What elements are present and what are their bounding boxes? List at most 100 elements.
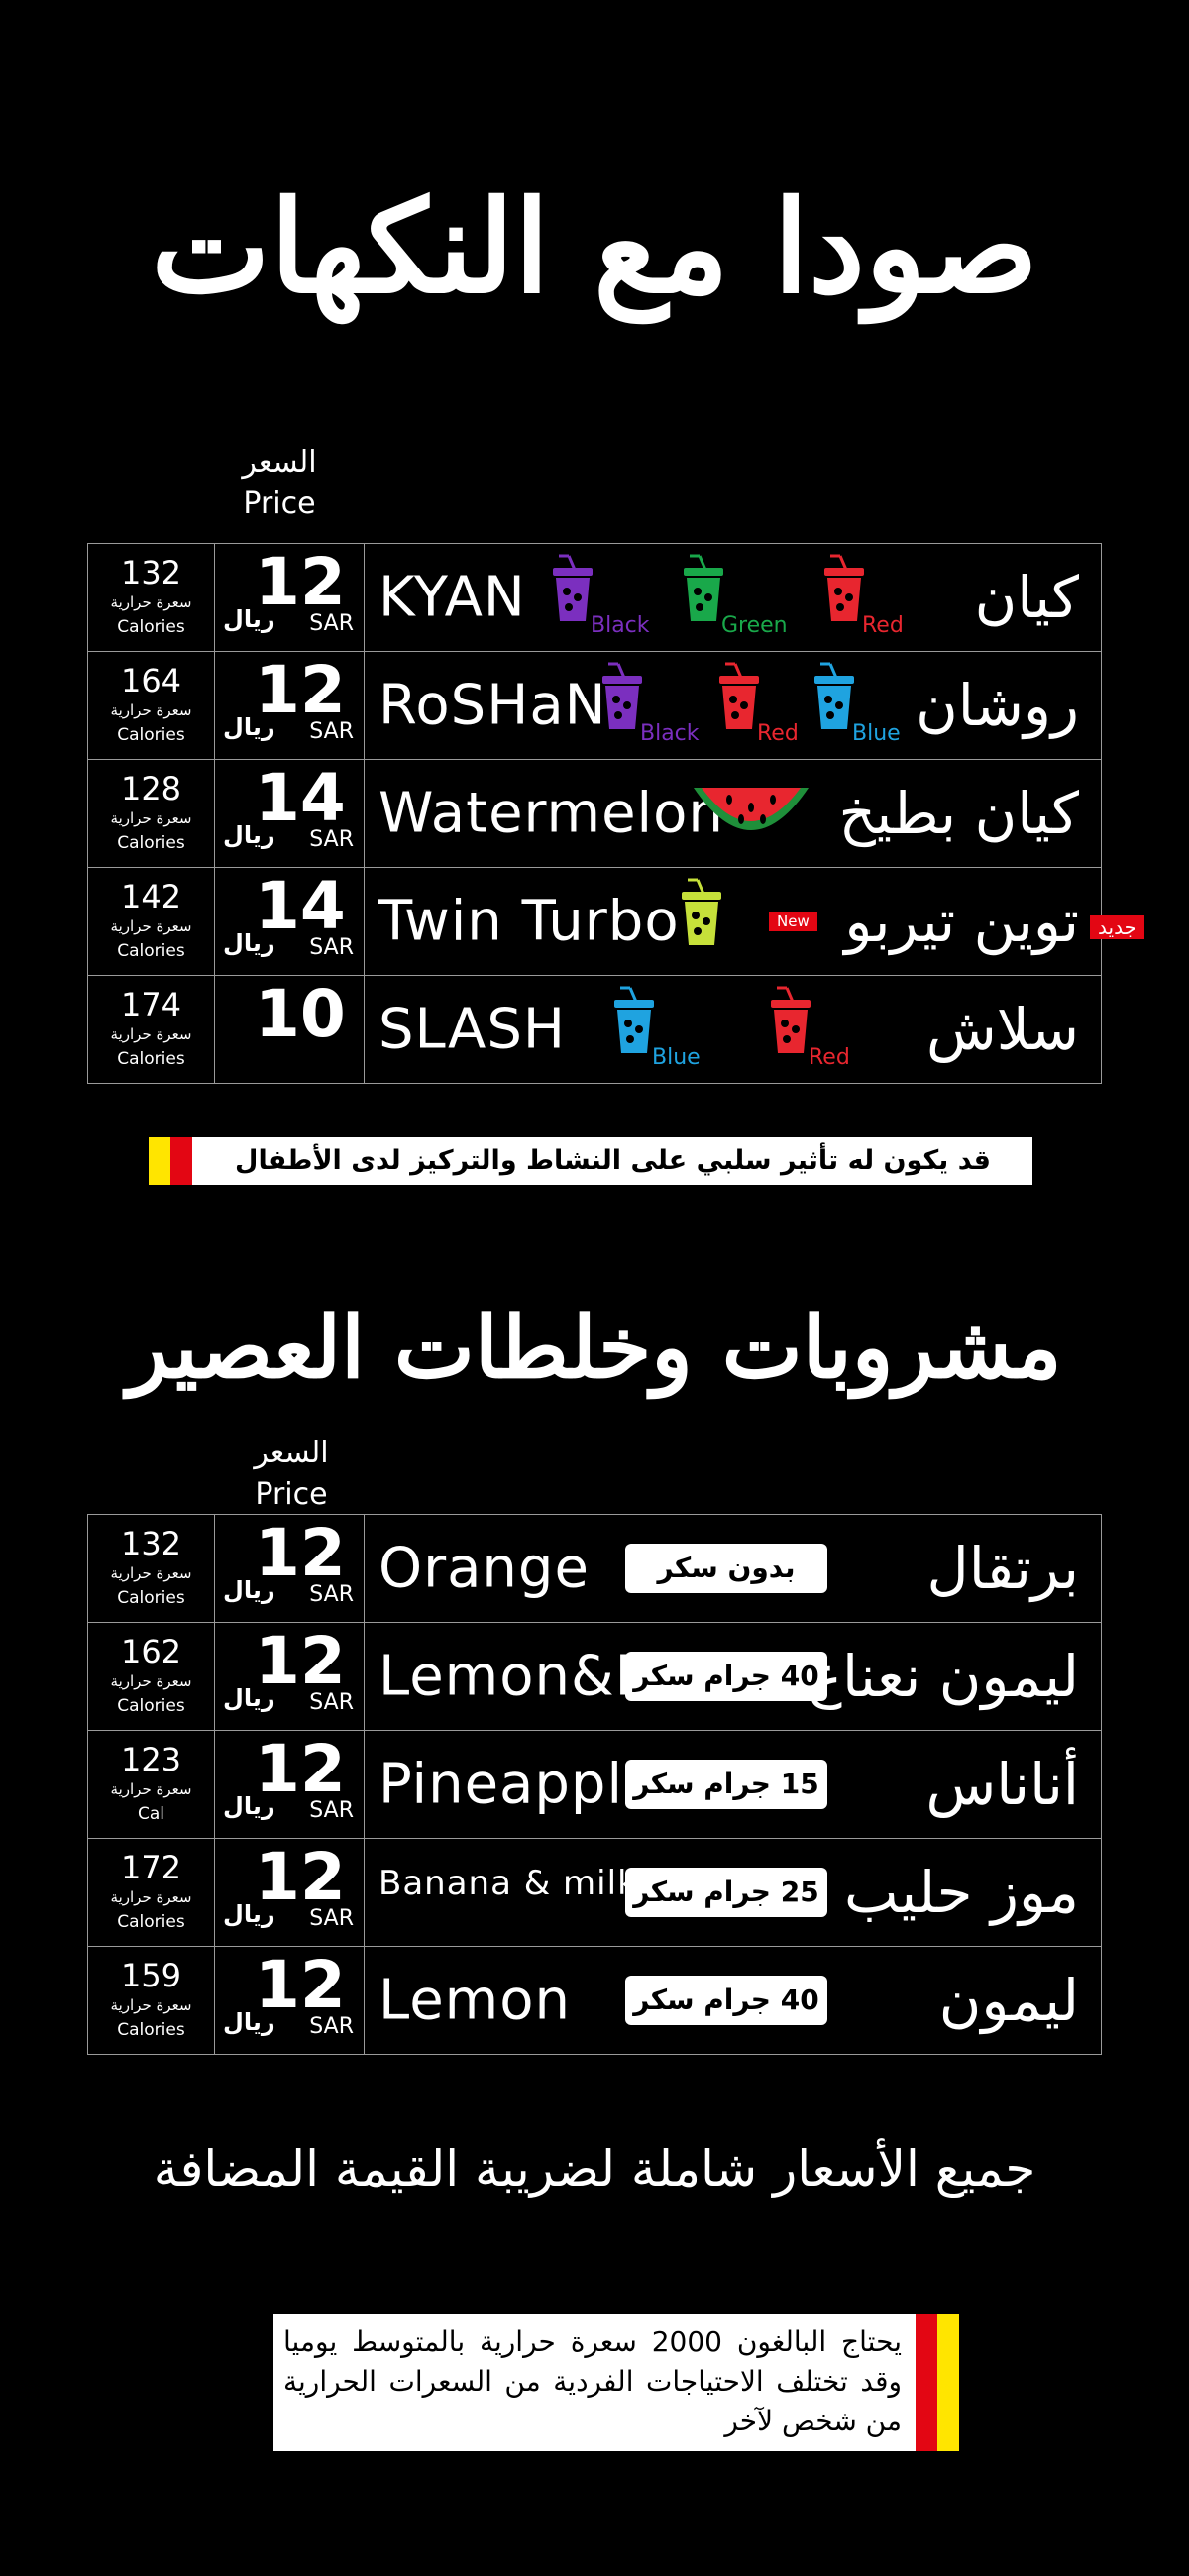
sugar-badge: 40 جرام سكر xyxy=(625,1652,827,1701)
item-name-ar: روشان xyxy=(916,672,1079,739)
currency-ar: ريال xyxy=(223,929,275,957)
item-name-cell: KYAN كيان Black Green Red xyxy=(364,543,1102,652)
calories-cell: 172 سعرة حرارية Calories xyxy=(87,1838,215,1947)
watermelon-icon xyxy=(690,774,812,857)
calories-value: 172 xyxy=(120,1849,182,1886)
calories-cell: 174 سعرة حرارية Calories xyxy=(87,975,215,1084)
calories-value: 132 xyxy=(120,1525,182,1562)
warning-red-stripe xyxy=(170,1137,192,1185)
cup-icon: Blue xyxy=(812,660,901,749)
flavor-label: Black xyxy=(591,613,650,638)
calories-cell: 159 سعرة حرارية Calories xyxy=(87,1946,215,2055)
item-name-ar: كيان xyxy=(974,564,1079,631)
item-name-cell: SLASH سلاش Blue Red xyxy=(364,975,1102,1084)
calories-label-ar: سعرة حرارية xyxy=(110,1025,192,1043)
cup-icon: Green xyxy=(682,552,788,641)
juice-menu-table: 132 سعرة حرارية Calories 12 ريال SAR Orange برت… xyxy=(87,1514,1102,2055)
currency-en: SAR xyxy=(309,935,354,960)
sugar-badge: 40 جرام سكر xyxy=(625,1976,827,2025)
calories-label-en: Calories xyxy=(117,1588,185,1608)
calories-cell: 132 سعرة حرارية Calories xyxy=(87,543,215,652)
warning-yellow-stripe xyxy=(149,1137,170,1185)
note-yellow-stripe xyxy=(937,2314,959,2451)
item-name-en: RoSHaN xyxy=(378,673,607,738)
item-name-cell: Twin Turbo توين تيربو New xyxy=(364,867,1102,976)
calories-cell: 123 سعرة حرارية Cal xyxy=(87,1730,215,1839)
calories-value: 123 xyxy=(120,1741,182,1778)
price-header-ar: السعر xyxy=(254,1436,329,1470)
calories-value: 132 xyxy=(120,554,182,591)
item-name-ar: ليمون xyxy=(938,1967,1079,2034)
new-badge-ar: جديد xyxy=(1090,915,1144,939)
currency-ar: ريال xyxy=(223,821,275,849)
flavor-label: Red xyxy=(757,721,799,746)
currency-ar: ريال xyxy=(223,1792,275,1820)
item-name-ar: ليمون نعناع xyxy=(808,1643,1079,1710)
item-name-cell: Pineapple أناناس 15 جرام سكر xyxy=(364,1730,1102,1839)
item-name-cell: Lemon ليمون 40 جرام سكر xyxy=(364,1946,1102,2055)
price-cell: 10 xyxy=(214,975,365,1084)
menu-row: 172 سعرة حرارية Calories 12 ريال SAR Banana & … xyxy=(87,1838,1102,1947)
calories-label-en: Calories xyxy=(117,941,185,961)
item-name-ar: موز حليب xyxy=(844,1859,1079,1926)
flavor-label: Red xyxy=(862,613,904,638)
price-cell: 12 ريال SAR xyxy=(214,1946,365,2055)
item-name-ar: برتقال xyxy=(926,1535,1079,1602)
calories-label-en: Calories xyxy=(117,725,185,745)
cup-icon xyxy=(680,876,739,965)
vat-note: جميع الأسعار شاملة لضريبة القيمة المضافة xyxy=(153,2140,1036,2198)
currency-en: SAR xyxy=(309,719,354,744)
calories-label-en: Calories xyxy=(117,833,185,853)
menu-row: 132 سعرة حرارية Calories 12 ريال SAR KYAN كيان B… xyxy=(87,543,1102,652)
item-name-en: Twin Turbo xyxy=(378,889,680,954)
sugar-badge: 25 جرام سكر xyxy=(625,1868,827,1917)
menu-row: 132 سعرة حرارية Calories 12 ريال SAR Orange برت… xyxy=(87,1514,1102,1623)
juice-section-title: مشروبات وخلطات العصير xyxy=(127,1298,1062,1398)
calories-value: 162 xyxy=(120,1633,182,1670)
calories-label-en: Cal xyxy=(137,1804,164,1824)
new-badge: New xyxy=(769,912,817,931)
menu-row: 142 سعرة حرارية Calories 14 ريال SAR Twin Turb… xyxy=(87,867,1102,976)
soda-price-header: السعر Price xyxy=(220,442,339,525)
calories-label-ar: سعرة حرارية xyxy=(110,701,192,719)
item-name-en: Watermelon xyxy=(378,781,724,846)
calories-label-ar: سعرة حرارية xyxy=(110,1564,192,1582)
currency-en: SAR xyxy=(309,611,354,636)
price-value: 10 xyxy=(255,976,346,1052)
note-red-stripe xyxy=(916,2314,937,2451)
menu-row: 128 سعرة حرارية Calories 14 ريال SAR Watermelo… xyxy=(87,759,1102,868)
item-name-cell: Watermelon كيان بطيخ xyxy=(364,759,1102,868)
currency-en: SAR xyxy=(309,1906,354,1931)
price-header-en: Price xyxy=(243,486,316,521)
price-cell: 14 ريال SAR xyxy=(214,867,365,976)
price-cell: 12 ريال SAR xyxy=(214,1514,365,1623)
item-name-cell: Lemon&Mint ليمون نعناع 40 جرام سكر xyxy=(364,1622,1102,1731)
calories-value: 164 xyxy=(120,662,182,699)
cup-icon: Black xyxy=(551,552,650,641)
calories-label-ar: سعرة حرارية xyxy=(110,1996,192,2014)
calories-value: 174 xyxy=(120,986,182,1023)
calories-label-ar: سعرة حرارية xyxy=(110,809,192,827)
calorie-note-text: يحتاج البالغون 2000 سعرة حرارية بالمتوسط… xyxy=(283,2325,902,2437)
currency-en: SAR xyxy=(309,1798,354,1823)
soda-menu-table: 132 سعرة حرارية Calories 12 ريال SAR KYAN كيان B… xyxy=(87,543,1102,1084)
item-name-ar: سلاش xyxy=(925,996,1079,1063)
currency-ar: ريال xyxy=(223,1684,275,1712)
item-name-ar: توين تيربو xyxy=(844,888,1079,955)
item-name-ar: أناناس xyxy=(925,1751,1079,1818)
menu-row: 123 سعرة حرارية Cal 12 ريال SAR Pineapple أنانا… xyxy=(87,1730,1102,1839)
currency-en: SAR xyxy=(309,827,354,852)
price-header-en: Price xyxy=(255,1477,328,1512)
calories-cell: 128 سعرة حرارية Calories xyxy=(87,759,215,868)
currency-ar: ريال xyxy=(223,2008,275,2036)
item-name-en: Orange xyxy=(378,1536,590,1601)
price-cell: 14 ريال SAR xyxy=(214,759,365,868)
calories-label-ar: سعرة حرارية xyxy=(110,593,192,611)
calories-cell: 132 سعرة حرارية Calories xyxy=(87,1514,215,1623)
calories-label-en: Calories xyxy=(117,1049,185,1069)
cup-icon: Red xyxy=(822,552,904,641)
currency-ar: ريال xyxy=(223,713,275,741)
flavor-label: Red xyxy=(809,1045,850,1070)
currency-ar: ريال xyxy=(223,1576,275,1604)
item-name-cell: RoSHaN روشان Black Red Blue xyxy=(364,651,1102,760)
